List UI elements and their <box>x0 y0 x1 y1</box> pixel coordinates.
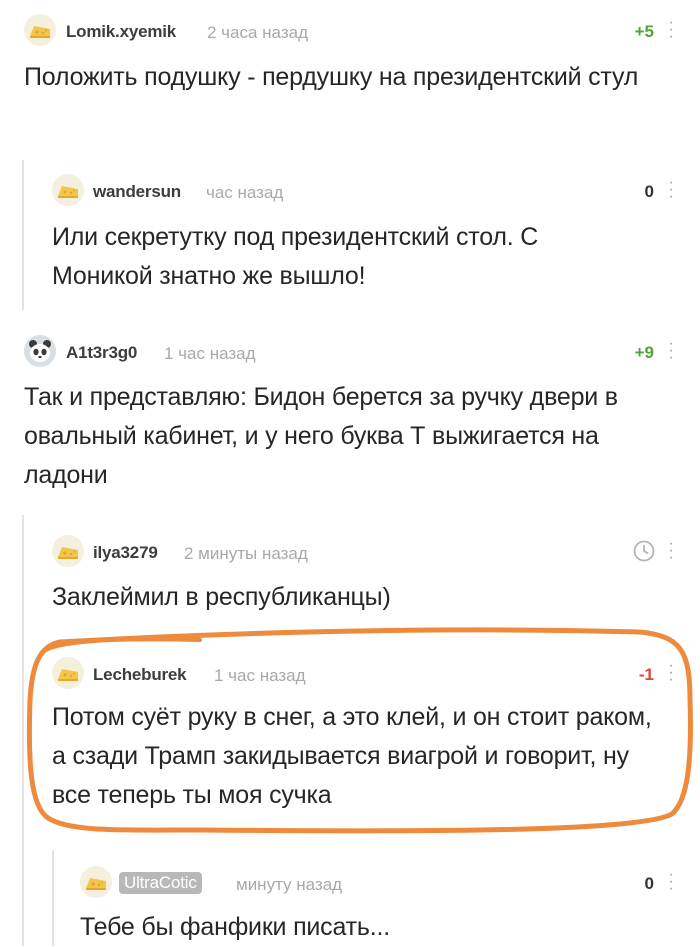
rating: 0 <box>644 874 654 893</box>
comment-text: Или секретутку под президентский стол. С… <box>52 223 539 290</box>
more-vert-icon[interactable]: · · · <box>666 175 676 205</box>
clock-icon <box>633 540 655 562</box>
rating: +9 <box>634 343 654 362</box>
more-vert-icon[interactable]: · · · <box>666 15 676 45</box>
panda-avatar-icon[interactable] <box>24 335 56 367</box>
username[interactable]: wandersun <box>93 182 181 202</box>
timestamp[interactable]: 1 час назад <box>164 344 256 364</box>
more-vert-icon[interactable]: · · · <box>666 536 676 566</box>
username[interactable]: Lecheburek <box>93 665 187 685</box>
comment-text: Потом суёт руку в снег, а это клей, и он… <box>52 703 652 809</box>
cheese-avatar-icon[interactable] <box>24 14 56 46</box>
cheese-avatar-icon[interactable] <box>52 174 84 206</box>
username[interactable]: UltraCotic <box>119 872 202 894</box>
comment-text: Так и представляю: Бидон берется за ручк… <box>24 383 618 489</box>
username[interactable]: Lomik.xyemik <box>66 22 176 42</box>
username[interactable]: A1t3r3g0 <box>66 343 137 363</box>
timestamp[interactable]: минуту назад <box>236 875 342 895</box>
comment-header: Lomik.xyemik 2 часа назад +5 · · · <box>0 14 700 54</box>
comment-header: Lecheburek 1 час назад -1 · · · <box>0 657 700 697</box>
cheese-avatar-icon[interactable] <box>52 535 84 567</box>
rating: 0 <box>644 182 654 201</box>
rating: +5 <box>634 22 654 41</box>
timestamp[interactable]: час назад <box>206 183 283 203</box>
more-vert-icon[interactable]: · · · <box>666 658 676 688</box>
comment-text: Заклеймил в республиканцы) <box>52 583 391 611</box>
comment-header: A1t3r3g0 1 час назад +9 · · · <box>0 335 700 375</box>
timestamp[interactable]: 2 часа назад <box>207 23 308 43</box>
comment-text: Положить подушку - пердушку на президент… <box>24 63 639 91</box>
comment-header: ilya3279 2 минуты назад · · · <box>0 535 700 575</box>
timestamp[interactable]: 1 час назад <box>214 666 306 686</box>
username[interactable]: ilya3279 <box>93 543 158 563</box>
timestamp[interactable]: 2 минуты назад <box>184 544 308 564</box>
comment-header: wandersun час назад 0 · · · <box>0 174 700 214</box>
rating: -1 <box>638 665 654 684</box>
cheese-avatar-icon[interactable] <box>80 866 112 898</box>
cheese-avatar-icon[interactable] <box>52 657 84 689</box>
more-vert-icon[interactable]: · · · <box>666 336 676 366</box>
more-vert-icon[interactable]: · · · <box>666 867 676 897</box>
comment-header: UltraCotic минуту назад 0 · · · <box>0 866 700 906</box>
comment-text: Тебе бы фанфики писать... <box>80 913 390 941</box>
